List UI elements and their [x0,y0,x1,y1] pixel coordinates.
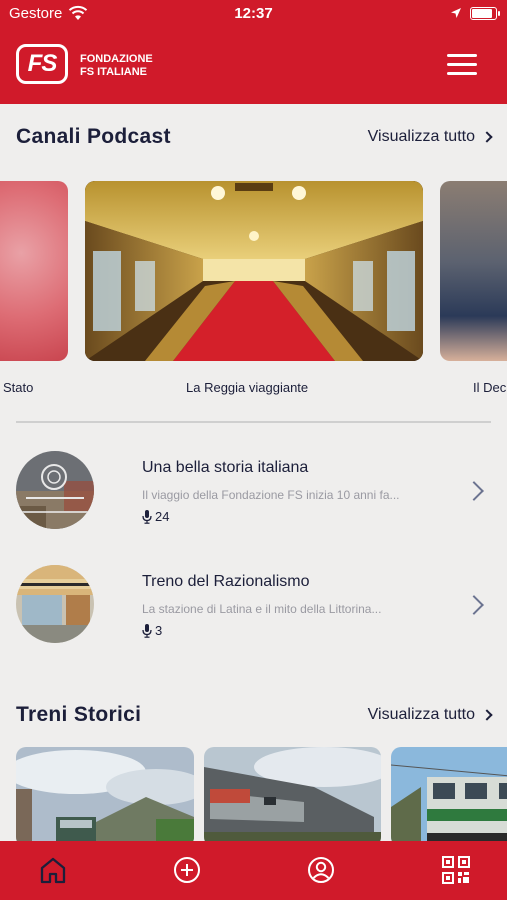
podcast-card-label: Il Dec [473,380,507,395]
home-icon[interactable] [38,855,68,885]
podcast-artwork [16,565,94,643]
chevron-right-icon[interactable] [464,595,484,615]
train-interior-image [85,181,423,361]
podcast-card-reggia[interactable] [85,181,423,361]
episode-thumbnail [16,565,94,643]
train-photo [16,747,194,847]
status-bar: Gestore 12:37 [0,0,507,28]
microphone-icon [142,509,152,524]
section-divider [16,421,491,423]
microphone-icon [142,623,152,638]
see-all-trains-link[interactable]: Visualizza tutto [367,706,493,724]
train-photo [391,747,507,847]
podcast-card-decoro[interactable] [440,181,507,361]
hamburger-icon[interactable] [447,54,477,76]
tab-bar [0,841,507,900]
train-card[interactable] [391,747,507,847]
podcast-artwork [16,451,94,529]
episode-count: 24 [142,509,169,524]
qr-code-icon[interactable] [441,855,471,885]
episode-title: Treno del Razionalismo [142,573,310,590]
podcast-card-label: La Reggia viaggiante [186,380,309,395]
brand-line-2: FS ITALIANE [80,66,148,78]
train-photo [204,747,381,847]
podcast-card-stato[interactable] [0,181,68,361]
location-arrow-icon [451,8,461,18]
app-header: Gestore 12:37 FS FONDAZIONE FS ITALIANE [0,0,507,104]
brand-name: FONDAZIONE FS ITALIANE [80,53,153,79]
see-all-label: Visualizza tutto [367,706,475,723]
brand-line-1: FONDAZIONE [80,53,153,65]
podcast-card-label: Stato [3,380,34,395]
section-title-trains: Treni Storici [16,703,142,726]
episode-count-value: 24 [155,509,170,524]
fs-logo[interactable]: FS [16,44,68,84]
battery-icon [470,7,500,20]
chevron-right-icon [481,131,493,143]
chevron-right-icon[interactable] [464,481,484,501]
episode-title: Una bella storia italiana [142,459,309,476]
list-item[interactable]: Una bella storia italiana Il viaggio del… [0,448,507,538]
profile-icon[interactable] [306,855,336,885]
section-title-podcast: Canali Podcast [16,125,171,148]
add-icon[interactable] [172,855,202,885]
train-card[interactable] [204,747,381,847]
train-card[interactable] [16,747,194,847]
list-item[interactable]: Treno del Razionalismo La stazione di La… [0,562,507,652]
clock: 12:37 [234,5,273,22]
chevron-right-icon [481,709,493,721]
episode-count: 3 [142,623,162,638]
see-all-podcast-link[interactable]: Visualizza tutto [367,128,493,146]
episode-description: Il viaggio della Fondazione FS inizia 10… [142,488,400,502]
episode-description: La stazione di Latina e il mito della Li… [142,602,382,616]
episode-count-value: 3 [155,623,163,638]
episode-thumbnail [16,451,94,529]
see-all-label: Visualizza tutto [367,128,475,145]
